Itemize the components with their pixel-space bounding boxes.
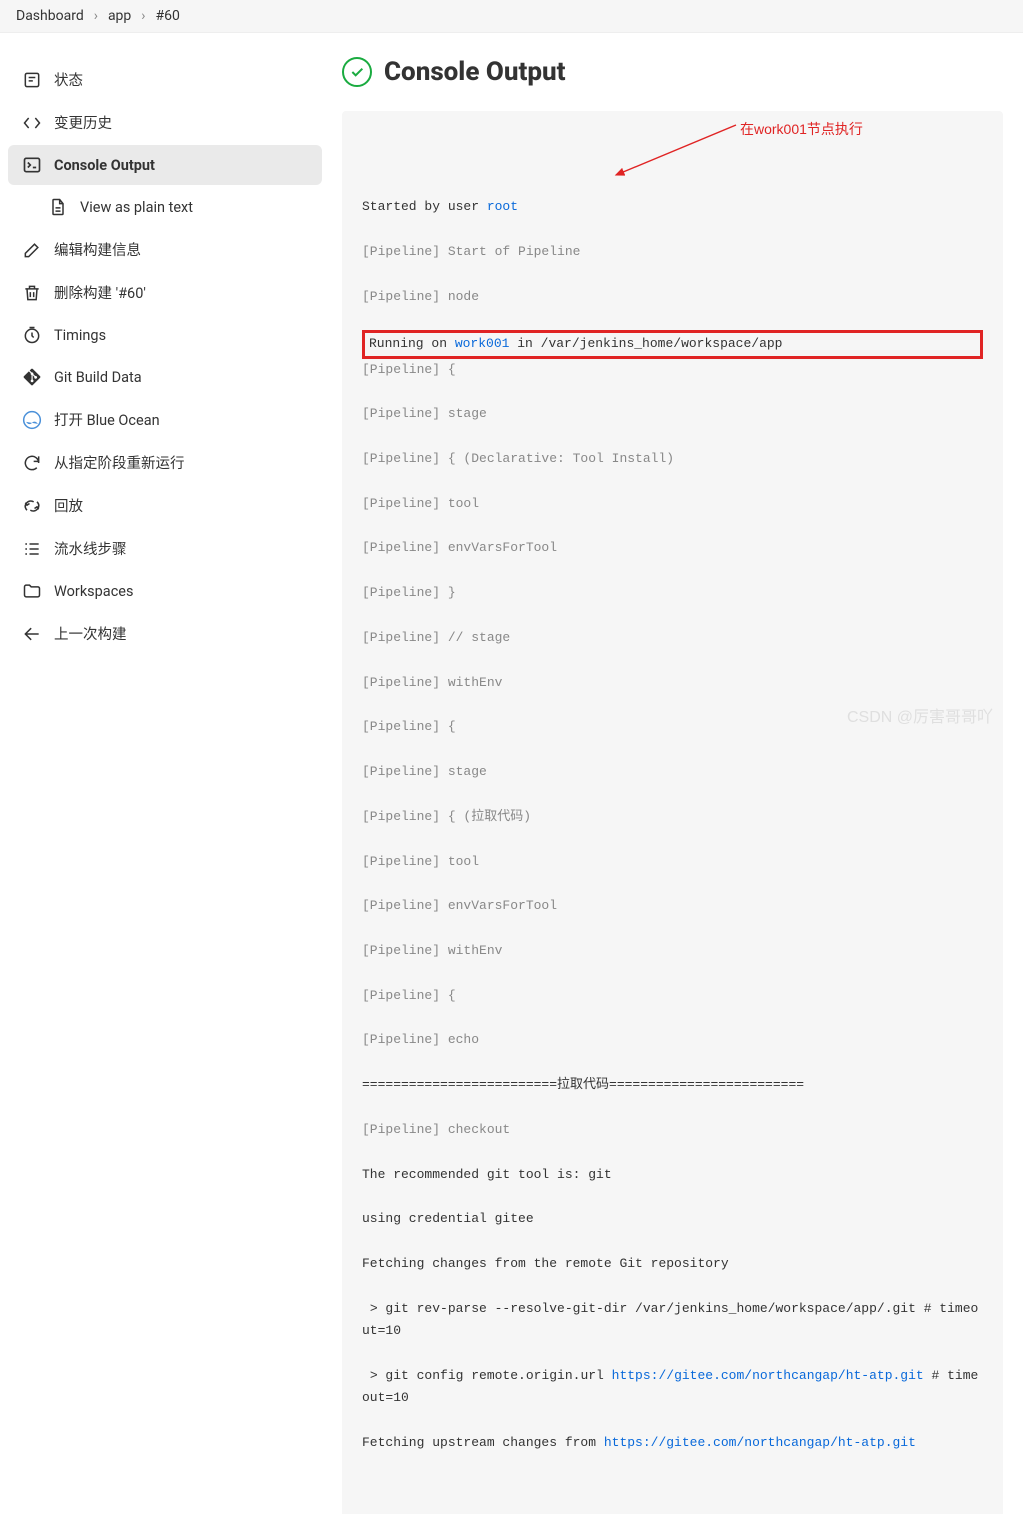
clock-icon (22, 325, 42, 345)
success-check-icon (342, 57, 372, 87)
console-line: [Pipeline] envVarsForTool (362, 895, 983, 917)
console-line: [Pipeline] // stage (362, 627, 983, 649)
replay-icon (22, 496, 42, 516)
node-link[interactable]: work001 (455, 336, 510, 351)
console-line: [Pipeline] stage (362, 761, 983, 783)
sidebar: 状态 变更历史 Console Output View as plain tex… (0, 33, 330, 1514)
console-line: Started by user root (362, 196, 983, 218)
code-icon (22, 113, 42, 133)
sidebar-item-label: 上一次构建 (54, 623, 127, 644)
console-line: [Pipeline] { (拉取代码) (362, 806, 983, 828)
sidebar-item-label: Workspaces (54, 583, 133, 600)
sidebar-item-prev-build[interactable]: 上一次构建 (8, 613, 322, 654)
sidebar-item-label: 流水线步骤 (54, 538, 127, 559)
reload-icon (22, 453, 42, 473)
sidebar-item-label: Console Output (54, 157, 155, 174)
status-icon (22, 70, 42, 90)
console-line: > git rev-parse --resolve-git-dir /var/j… (362, 1298, 983, 1343)
console-line: Fetching changes from the remote Git rep… (362, 1253, 983, 1275)
steps-icon (22, 539, 42, 559)
prev-icon (22, 624, 42, 644)
sidebar-item-label: Timings (54, 327, 106, 344)
console-line: using credential gitee (362, 1208, 983, 1230)
user-link[interactable]: root (487, 199, 518, 214)
console-line: [Pipeline] echo (362, 1029, 983, 1051)
console-line: [Pipeline] checkout (362, 1119, 983, 1141)
chevron-right-icon: › (141, 8, 145, 24)
breadcrumb-item-app[interactable]: app (108, 8, 131, 24)
sidebar-item-label: 从指定阶段重新运行 (54, 452, 185, 473)
sidebar-item-status[interactable]: 状态 (8, 59, 322, 100)
sidebar-item-delete-build[interactable]: 删除构建 '#60' (8, 272, 322, 313)
console-line: [Pipeline] { (362, 985, 983, 1007)
console-line: > git config remote.origin.url https://g… (362, 1365, 983, 1410)
sidebar-item-label: 变更历史 (54, 112, 112, 133)
annotation-text: 在work001节点执行 (740, 117, 863, 141)
breadcrumb-item-build[interactable]: #60 (156, 8, 180, 24)
page-title: Console Output (384, 57, 565, 87)
terminal-icon (22, 155, 42, 175)
console-line: [Pipeline] Start of Pipeline (362, 241, 983, 263)
sidebar-item-timings[interactable]: Timings (8, 315, 322, 355)
console-line: [Pipeline] { (362, 716, 983, 738)
repo-link[interactable]: https://gitee.com/northcangap/ht-atp.git (604, 1435, 916, 1450)
console-line: [Pipeline] withEnv (362, 940, 983, 962)
sidebar-item-label: 回放 (54, 495, 83, 516)
file-icon (48, 197, 68, 217)
sidebar-item-plain-text[interactable]: View as plain text (8, 187, 322, 227)
sidebar-item-label: 状态 (54, 69, 83, 90)
sidebar-item-pipeline-steps[interactable]: 流水线步骤 (8, 528, 322, 569)
sidebar-item-blue-ocean[interactable]: 打开 Blue Ocean (8, 399, 322, 440)
console-line: [Pipeline] node (362, 286, 983, 308)
console-line: [Pipeline] { (Declarative: Tool Install) (362, 448, 983, 470)
sidebar-item-label: View as plain text (80, 199, 193, 216)
sidebar-item-label: Git Build Data (54, 369, 142, 386)
chevron-right-icon: › (94, 8, 98, 24)
console-line: [Pipeline] { (362, 359, 983, 381)
sidebar-item-replay[interactable]: 回放 (8, 485, 322, 526)
edit-icon (22, 240, 42, 260)
console-line: The recommended git tool is: git (362, 1164, 983, 1186)
sidebar-item-edit-build[interactable]: 编辑构建信息 (8, 229, 322, 270)
sidebar-item-restart-stage[interactable]: 从指定阶段重新运行 (8, 442, 322, 483)
sidebar-item-workspaces[interactable]: Workspaces (8, 571, 322, 611)
console-line: [Pipeline] tool (362, 493, 983, 515)
sidebar-item-console-output[interactable]: Console Output (8, 145, 322, 185)
trash-icon (22, 283, 42, 303)
console-line: [Pipeline] withEnv (362, 672, 983, 694)
console-line: [Pipeline] } (362, 582, 983, 604)
sidebar-item-label: 编辑构建信息 (54, 239, 141, 260)
console-line: [Pipeline] envVarsForTool (362, 537, 983, 559)
sidebar-item-changes[interactable]: 变更历史 (8, 102, 322, 143)
sidebar-item-label: 删除构建 '#60' (54, 282, 146, 303)
workspace-icon (22, 581, 42, 601)
blueocean-icon (22, 410, 42, 430)
console-line: [Pipeline] tool (362, 851, 983, 873)
git-icon (22, 367, 42, 387)
console-line: [Pipeline] stage (362, 403, 983, 425)
console-line: Fetching upstream changes from https://g… (362, 1432, 983, 1454)
main-content: Console Output 在work001节点执行 Started by u… (330, 33, 1023, 1514)
console-line-highlighted: Running on work001 in /var/jenkins_home/… (362, 330, 983, 358)
sidebar-item-git-build-data[interactable]: Git Build Data (8, 357, 322, 397)
breadcrumb-item-dashboard[interactable]: Dashboard (16, 8, 84, 24)
console-output: 在work001节点执行 Started by user root [Pipel… (342, 111, 1003, 1514)
annotation-arrow-icon (610, 121, 740, 181)
console-line: =========================拉取代码===========… (362, 1074, 983, 1096)
sidebar-item-label: 打开 Blue Ocean (54, 409, 160, 430)
repo-link[interactable]: https://gitee.com/northcangap/ht-atp.git (612, 1368, 924, 1383)
breadcrumb: Dashboard › app › #60 (0, 0, 1023, 33)
